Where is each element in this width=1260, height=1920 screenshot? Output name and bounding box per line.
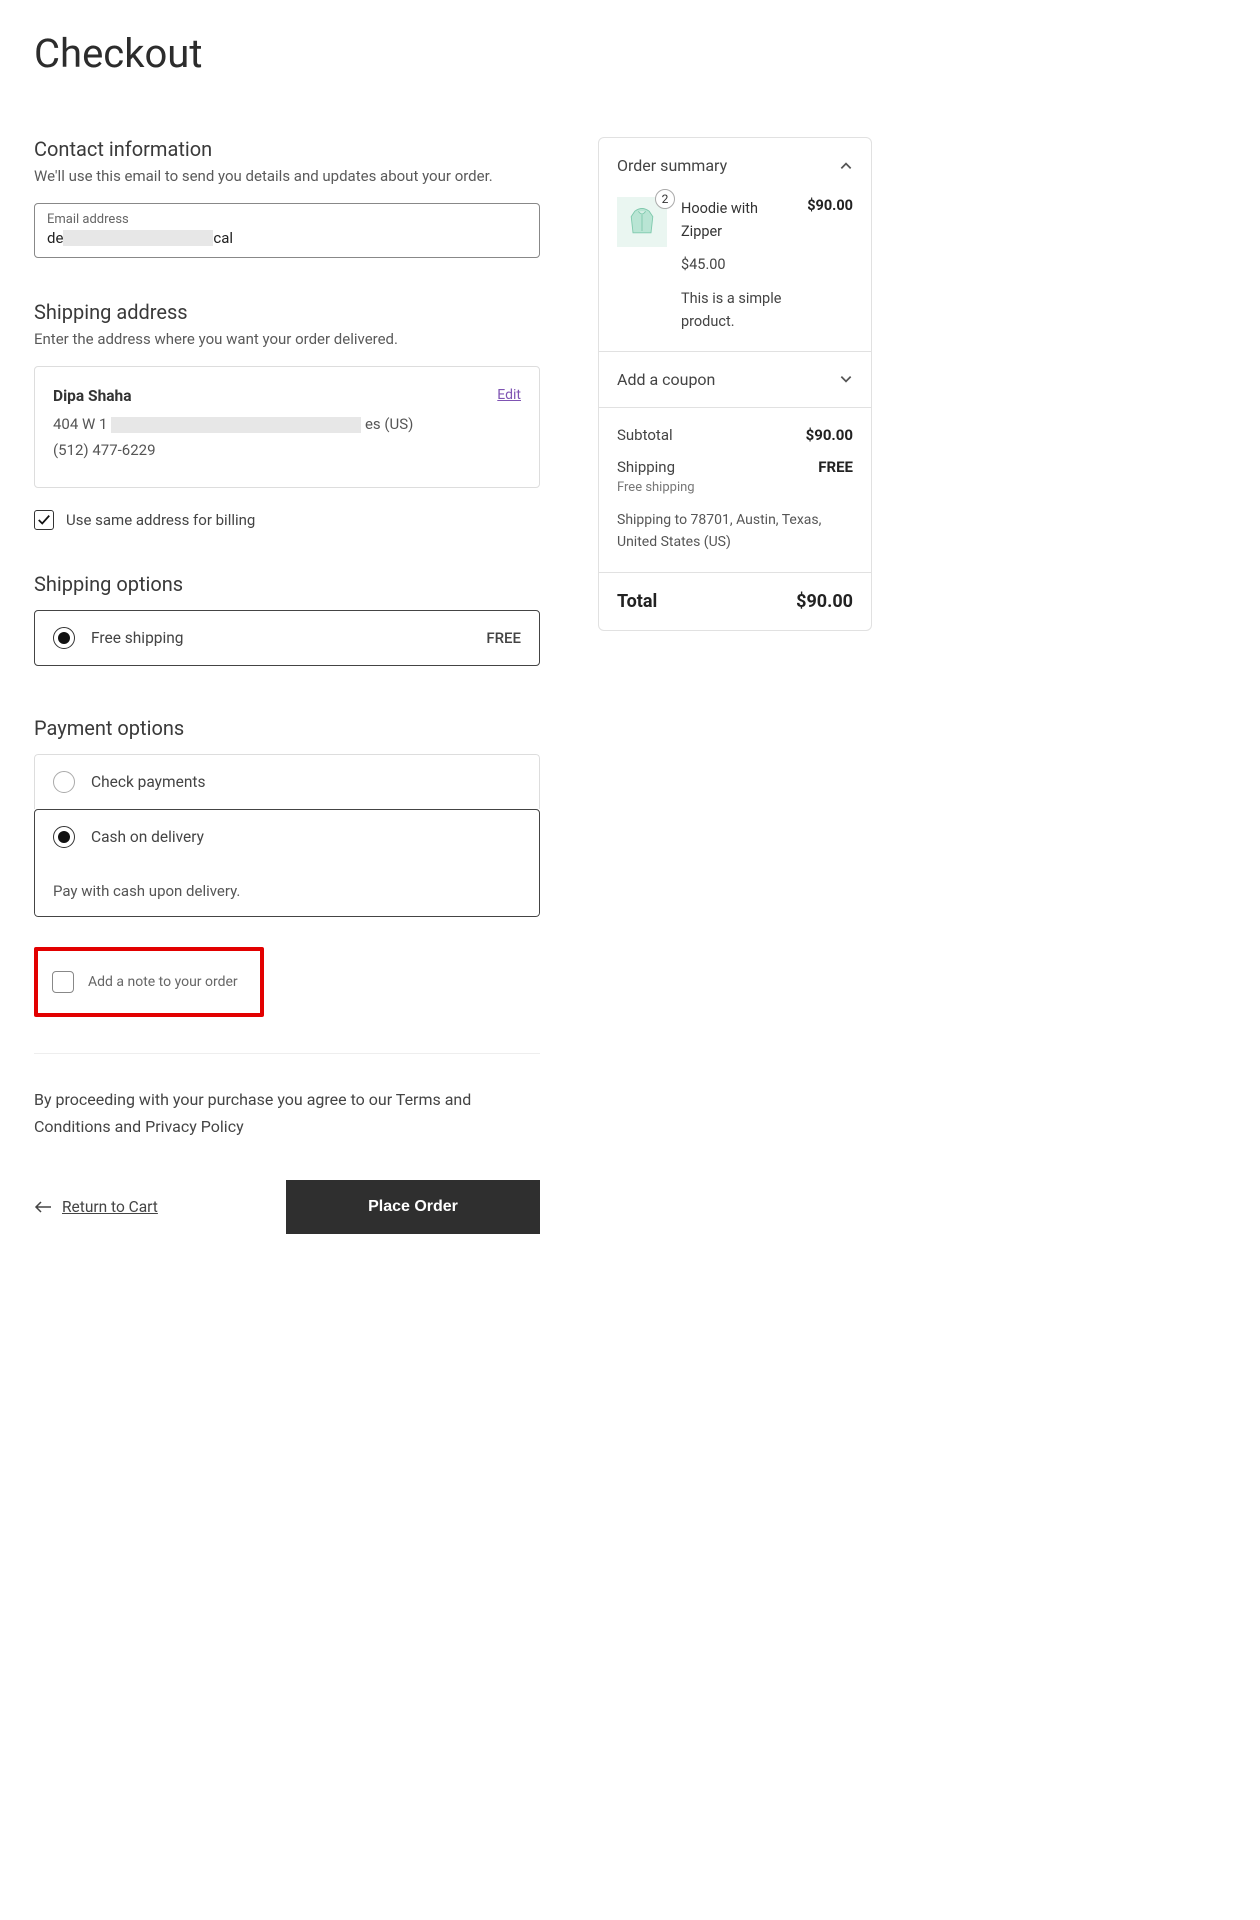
- shipping-address-section: Shipping address Enter the address where…: [34, 300, 540, 530]
- email-suffix: cal: [213, 229, 233, 247]
- payment-options-section: Payment options Check payments Cash on d…: [34, 716, 540, 917]
- coupon-section: Add a coupon: [599, 352, 871, 408]
- add-note-label: Add a note to your order: [88, 974, 238, 990]
- payment-option-label-check: Check payments: [91, 773, 521, 791]
- address-phone: (512) 477-6229: [53, 441, 521, 459]
- contact-heading: Contact information: [34, 137, 540, 161]
- totals-section: Subtotal $90.00 Shipping FREE Free shipp…: [599, 408, 871, 573]
- email-label: Email address: [47, 212, 527, 227]
- check-icon: [37, 513, 51, 527]
- address-line1: 404 W 1 es (US): [53, 415, 521, 433]
- item-line-total: $90.00: [807, 197, 853, 333]
- billing-checkbox-label: Use same address for billing: [66, 511, 255, 529]
- shipping-option-radio[interactable]: [53, 627, 75, 649]
- shipping-option-free[interactable]: Free shipping FREE: [34, 610, 540, 666]
- shipping-option-label: Free shipping: [91, 629, 470, 647]
- hoodie-icon: [624, 204, 660, 240]
- billing-checkbox-row[interactable]: Use same address for billing: [34, 510, 540, 530]
- item-qty-badge: 2: [655, 189, 675, 209]
- item-desc: This is a simple product.: [681, 287, 793, 333]
- payment-option-desc-cod: Pay with cash upon delivery.: [53, 882, 521, 900]
- arrow-left-icon: [34, 1201, 52, 1213]
- payment-options-heading: Payment options: [34, 716, 540, 740]
- chevron-down-icon: [839, 372, 853, 386]
- addr-redacted: [111, 417, 361, 433]
- item-unit-price: $45.00: [681, 253, 793, 276]
- shipping-address-heading: Shipping address: [34, 300, 540, 324]
- separator: [34, 1053, 540, 1054]
- address-card: Edit Dipa Shaha 404 W 1 es (US) (512) 47…: [34, 366, 540, 488]
- payment-option-check[interactable]: Check payments: [34, 754, 540, 809]
- summary-toggle[interactable]: Order summary: [617, 156, 853, 175]
- shipping-label: Shipping: [617, 458, 675, 476]
- payment-option-label-cod: Cash on delivery: [91, 828, 521, 846]
- grand-total-section: Total $90.00: [599, 573, 871, 630]
- email-input-wrap[interactable]: Email address de cal: [34, 203, 540, 258]
- shipping-value: FREE: [818, 458, 853, 476]
- addr-suffix: es (US): [365, 415, 413, 433]
- shipping-options-heading: Shipping options: [34, 572, 540, 596]
- footer-actions: Return to Cart Place Order: [34, 1180, 540, 1234]
- email-redacted: [63, 230, 213, 246]
- payment-option-radio-cod[interactable]: [53, 826, 75, 848]
- chevron-up-icon: [839, 159, 853, 173]
- add-note-row[interactable]: Add a note to your order: [52, 971, 246, 993]
- billing-checkbox[interactable]: [34, 510, 54, 530]
- item-name: Hoodie with Zipper: [681, 197, 793, 243]
- payment-options-list: Check payments Cash on delivery Pay with…: [34, 754, 540, 917]
- terms-text: By proceeding with your purchase you agr…: [34, 1086, 540, 1140]
- total-value: $90.00: [796, 591, 853, 612]
- subtotal-label: Subtotal: [617, 426, 673, 444]
- total-label: Total: [617, 591, 657, 612]
- contact-section: Contact information We'll use this email…: [34, 137, 540, 258]
- shipping-destination: Shipping to 78701, Austin, Texas, United…: [617, 509, 853, 554]
- place-order-button[interactable]: Place Order: [286, 1180, 540, 1234]
- add-note-highlight: Add a note to your order: [34, 947, 264, 1017]
- coupon-label: Add a coupon: [617, 370, 715, 389]
- coupon-toggle[interactable]: Add a coupon: [617, 370, 853, 389]
- summary-title: Order summary: [617, 156, 727, 175]
- shipping-address-desc: Enter the address where you want your or…: [34, 330, 540, 348]
- address-name: Dipa Shaha: [53, 387, 521, 405]
- summary-line-item: 2 Hoodie with Zipper $45.00 This is a si…: [617, 197, 853, 333]
- addr-prefix: 404 W 1: [53, 415, 107, 433]
- email-prefix: de: [47, 229, 63, 247]
- edit-address-link[interactable]: Edit: [497, 387, 521, 403]
- summary-header-section: Order summary 2: [599, 138, 871, 352]
- payment-option-radio-check[interactable]: [53, 771, 75, 793]
- add-note-checkbox[interactable]: [52, 971, 74, 993]
- payment-option-cod[interactable]: Cash on delivery Pay with cash upon deli…: [34, 809, 540, 917]
- item-thumbnail-wrap: 2: [617, 197, 667, 247]
- return-to-cart-link[interactable]: Return to Cart: [34, 1198, 158, 1216]
- subtotal-value: $90.00: [806, 426, 853, 444]
- return-link-text: Return to Cart: [62, 1198, 158, 1216]
- page-title: Checkout: [34, 30, 1226, 77]
- contact-desc: We'll use this email to send you details…: [34, 167, 540, 185]
- shipping-method: Free shipping: [617, 480, 853, 495]
- shipping-options-section: Shipping options Free shipping FREE: [34, 572, 540, 666]
- order-summary-card: Order summary 2: [598, 137, 872, 631]
- shipping-option-price: FREE: [486, 629, 521, 647]
